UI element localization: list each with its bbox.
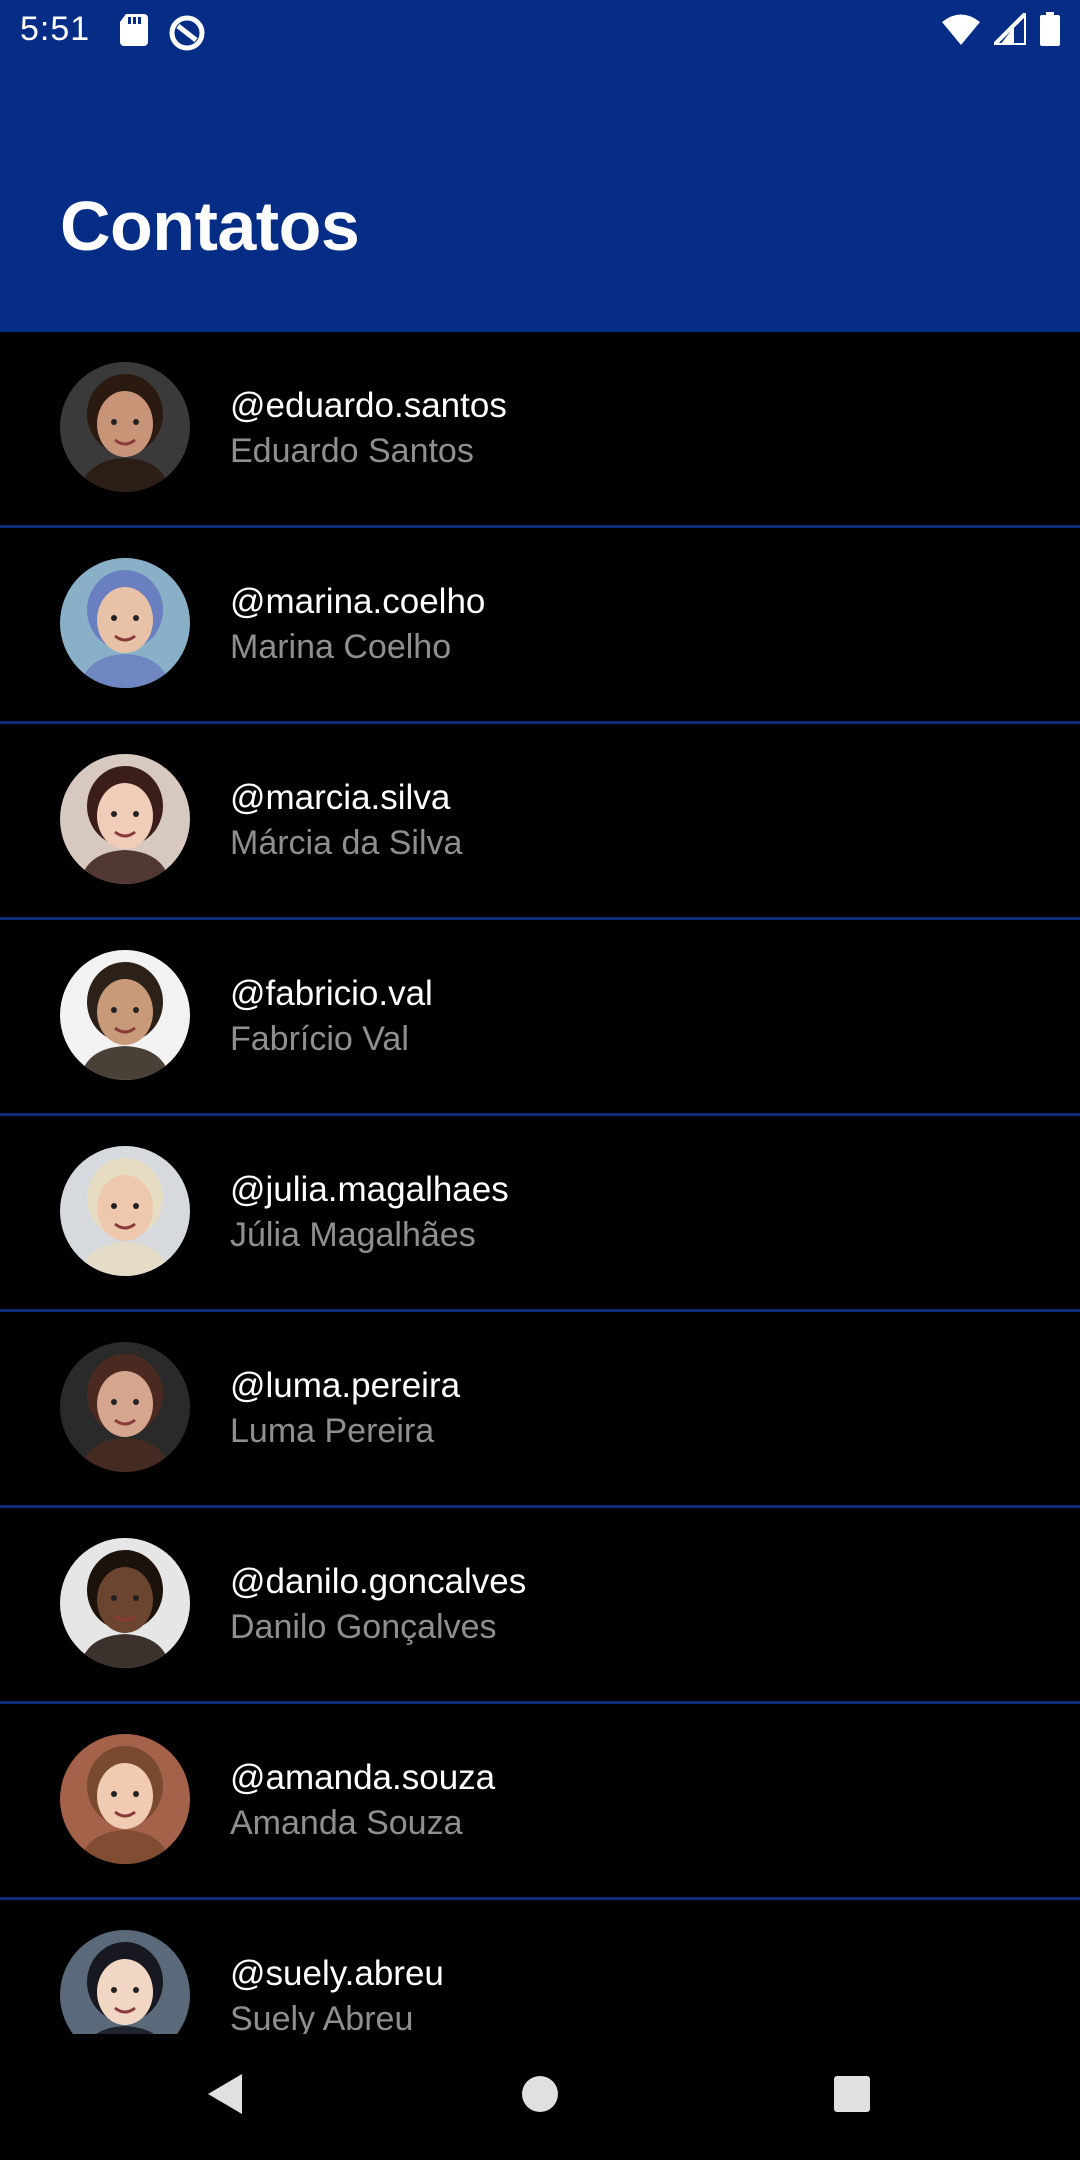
contact-row[interactable]: @marcia.silva Márcia da Silva [0, 724, 1080, 920]
contact-row[interactable]: @fabricio.val Fabrício Val [0, 920, 1080, 1116]
battery-icon [1040, 12, 1060, 51]
contact-name: Luma Pereira [230, 1412, 435, 1450]
avatar [60, 1146, 190, 1276]
avatar [60, 1538, 190, 1668]
navigation-bar [0, 2034, 1080, 2160]
contact-row[interactable]: @luma.pereira Luma Pereira [0, 1312, 1080, 1508]
contact-row[interactable]: @danilo.goncalves Danilo Gonçalves [0, 1508, 1080, 1704]
contact-row[interactable]: @marina.coelho Marina Coelho [0, 528, 1080, 724]
contact-name: Júlia Magalhães [230, 1216, 476, 1254]
contacts-list: @eduardo.santos Eduardo Santos @marina.coe… [0, 332, 1080, 2093]
sd-card-icon [120, 14, 148, 51]
contact-handle: @marcia.silva [230, 778, 451, 817]
data-saver-icon [168, 14, 206, 57]
contact-handle: @luma.pereira [230, 1366, 461, 1405]
avatar [60, 1734, 190, 1864]
avatar [60, 558, 190, 688]
app-bar: 5:51 Contatos [0, 0, 1080, 332]
signal-icon [989, 8, 1028, 50]
contact-handle: @suely.abreu [230, 1954, 444, 1993]
home-icon[interactable] [520, 2072, 560, 2121]
contact-handle: @amanda.souza [230, 1758, 496, 1797]
status-time: 5:51 [20, 10, 91, 48]
status-bar: 5:51 [0, 0, 1080, 62]
contact-handle: @fabricio.val [230, 974, 433, 1013]
contact-handle: @marina.coelho [230, 582, 486, 621]
avatar [60, 1342, 190, 1472]
contact-name: Eduardo Santos [230, 432, 474, 470]
contact-handle: @danilo.goncalves [230, 1562, 527, 1601]
page-title: Contatos [60, 187, 360, 265]
contact-handle: @eduardo.santos [230, 386, 507, 425]
contact-row[interactable]: @amanda.souza Amanda Souza [0, 1704, 1080, 1900]
avatar [60, 950, 190, 1080]
recents-icon[interactable] [832, 2072, 872, 2121]
contact-name: Márcia da Silva [230, 824, 463, 862]
contact-row[interactable]: @eduardo.santos Eduardo Santos [0, 332, 1080, 528]
contact-row[interactable]: @julia.magalhaes Júlia Magalhães [0, 1116, 1080, 1312]
contact-handle: @julia.magalhaes [230, 1170, 509, 1209]
contact-name: Danilo Gonçalves [230, 1608, 497, 1646]
avatar [60, 754, 190, 884]
contact-name: Fabrício Val [230, 1020, 409, 1058]
back-icon[interactable] [204, 2072, 244, 2121]
contact-name: Amanda Souza [230, 1804, 463, 1842]
wifi-icon [942, 13, 980, 50]
contact-name: Marina Coelho [230, 628, 452, 666]
avatar [60, 362, 190, 492]
